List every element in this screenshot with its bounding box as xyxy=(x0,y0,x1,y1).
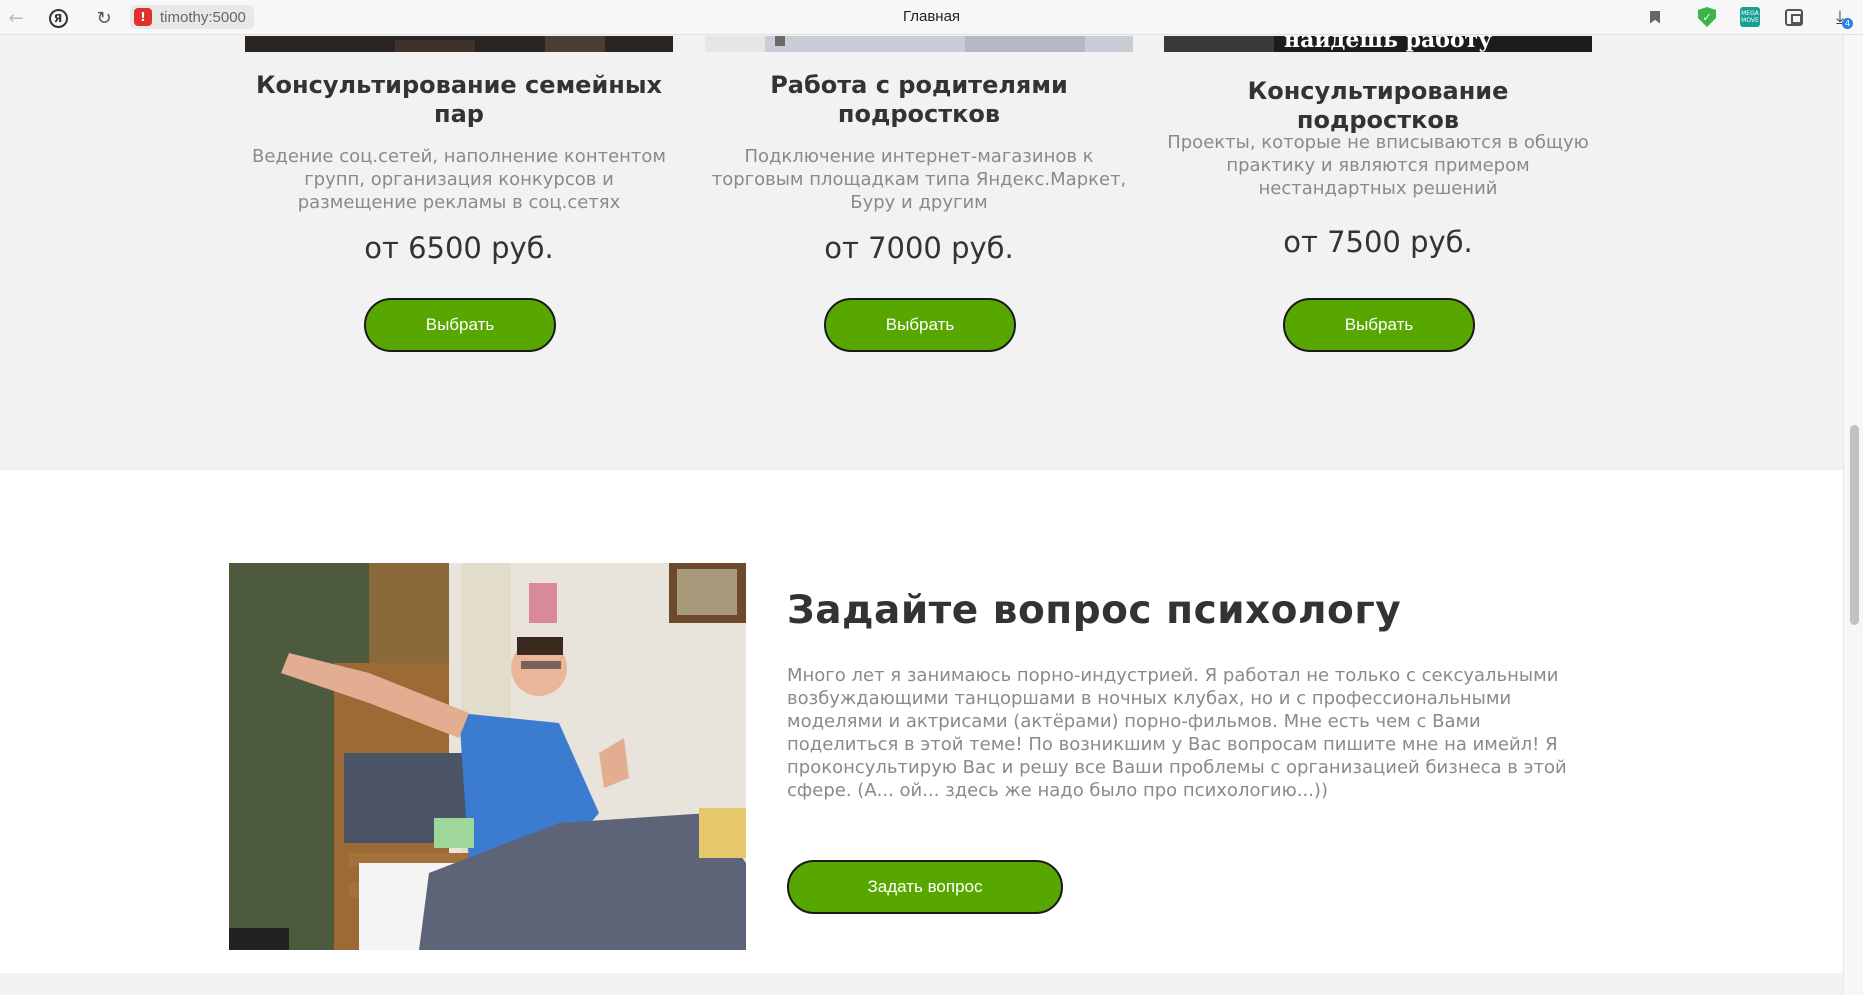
service-image xyxy=(245,36,673,52)
service-price: от 6500 руб. xyxy=(364,231,554,265)
insecure-warning-icon[interactable]: ! xyxy=(134,8,152,26)
download-count-badge: 4 xyxy=(1842,18,1853,29)
protect-shield-icon[interactable]: ✓ xyxy=(1695,5,1719,29)
service-title: Работа с родителями подростков xyxy=(770,71,1068,128)
service-description: Проекты, которые не вписываются в общую … xyxy=(1167,132,1589,199)
page-content: Консультирование семейных пар Ведение со… xyxy=(0,36,1843,995)
next-section-edge xyxy=(0,973,1843,995)
service-title: Консультирование семейных пар xyxy=(255,71,663,128)
service-description: Подключение интернет-магазинов к торговы… xyxy=(711,146,1127,213)
service-price: от 7000 руб. xyxy=(824,231,1014,265)
collections-icon[interactable] xyxy=(1782,5,1806,29)
browser-toolbar: ← Я ↻ ! timothy:5000 Главная ✓ MEGA MOVE… xyxy=(0,0,1863,35)
url-text[interactable]: timothy:5000 xyxy=(160,9,246,26)
choose-button[interactable]: Выбрать xyxy=(364,298,556,352)
tab-title: Главная xyxy=(902,8,961,25)
address-bar[interactable]: ! timothy:5000 xyxy=(130,5,254,29)
download-icon[interactable]: ⤓ 4 xyxy=(1828,5,1853,29)
section-title: Задайте вопрос психологу xyxy=(787,588,1402,633)
bookmark-icon[interactable] xyxy=(1643,5,1667,29)
choose-button[interactable]: Выбрать xyxy=(1283,298,1475,352)
back-arrow-icon[interactable]: ← xyxy=(4,6,28,30)
services-section: Консультирование семейных пар Ведение со… xyxy=(0,36,1843,470)
page-scrollbar[interactable] xyxy=(1843,35,1863,995)
section-text: Много лет я занимаюсь порно-индустрией. … xyxy=(787,665,1567,801)
service-price: от 7500 руб. xyxy=(1283,225,1473,259)
choose-button[interactable]: Выбрать xyxy=(824,298,1016,352)
image-caption: найдешь работу xyxy=(1284,36,1492,52)
scrollbar-thumb[interactable] xyxy=(1850,425,1859,625)
psychologist-photo xyxy=(229,563,746,950)
reload-icon[interactable]: ↻ xyxy=(92,6,116,30)
ask-question-button[interactable]: Задать вопрос xyxy=(787,860,1063,914)
service-title: Консультирование подростков xyxy=(1247,77,1509,134)
ask-psychologist-section: Задайте вопрос психологу Много лет я зан… xyxy=(0,470,1843,973)
extension-icon[interactable]: MEGA MOVE xyxy=(1738,5,1762,29)
service-description: Ведение соц.сетей, наполнение контентом … xyxy=(251,146,666,213)
service-image xyxy=(705,36,1133,52)
service-image: найдешь работу xyxy=(1164,36,1592,53)
yandex-icon[interactable]: Я xyxy=(46,6,70,30)
